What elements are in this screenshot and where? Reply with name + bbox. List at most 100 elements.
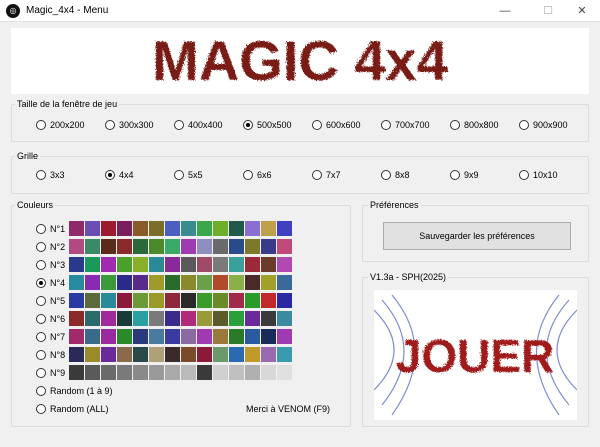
radio-dot[interactable] <box>243 120 253 130</box>
color-swatch <box>117 311 132 326</box>
radio-dot[interactable] <box>381 120 391 130</box>
color-swatch <box>117 347 132 362</box>
radio-dot[interactable] <box>243 170 253 180</box>
size-option-600x600[interactable]: 600x600 <box>312 120 361 130</box>
size-option-300x300[interactable]: 300x300 <box>105 120 154 130</box>
window-title: Magic_4x4 - Menu <box>26 5 109 16</box>
color-swatch <box>133 221 148 236</box>
color-swatch <box>213 311 228 326</box>
radio-dot[interactable] <box>36 296 46 306</box>
radio-label: 500x500 <box>257 120 292 130</box>
palette-row-4 <box>69 275 292 290</box>
size-option-200x200[interactable]: 200x200 <box>36 120 85 130</box>
color-option-9[interactable]: N°9 <box>36 368 65 378</box>
color-option-4[interactable]: N°4 <box>36 278 65 288</box>
color-swatch <box>229 221 244 236</box>
color-swatch <box>277 257 292 272</box>
play-label: JOUER <box>396 330 554 382</box>
grid-option-8x8[interactable]: 8x8 <box>381 170 410 180</box>
grid-option-6x6[interactable]: 6x6 <box>243 170 272 180</box>
minimize-button[interactable]: — <box>485 0 525 22</box>
banner-logo: MAGIC 4x4 <box>152 29 448 92</box>
radio-dot[interactable] <box>174 120 184 130</box>
color-swatch <box>229 365 244 380</box>
radio-label: 800x800 <box>464 120 499 130</box>
radio-dot[interactable] <box>105 120 115 130</box>
radio-dot[interactable] <box>36 242 46 252</box>
radio-dot[interactable] <box>519 120 529 130</box>
color-swatch <box>261 311 276 326</box>
window-size-group <box>11 104 589 142</box>
color-swatch <box>229 311 244 326</box>
radio-dot[interactable] <box>381 170 391 180</box>
size-option-400x400[interactable]: 400x400 <box>174 120 223 130</box>
color-option-1[interactable]: N°1 <box>36 224 65 234</box>
color-option-11[interactable]: Random (ALL) <box>36 404 109 414</box>
radio-dot[interactable] <box>105 170 115 180</box>
radio-dot[interactable] <box>36 260 46 270</box>
size-option-500x500[interactable]: 500x500 <box>243 120 292 130</box>
color-swatch <box>245 239 260 254</box>
color-swatch <box>117 257 132 272</box>
radio-dot[interactable] <box>312 170 322 180</box>
radio-dot[interactable] <box>312 120 322 130</box>
grid-option-7x7[interactable]: 7x7 <box>312 170 341 180</box>
color-swatch <box>229 329 244 344</box>
radio-label: 700x700 <box>395 120 430 130</box>
radio-label: 600x600 <box>326 120 361 130</box>
grid-option-4x4[interactable]: 4x4 <box>105 170 134 180</box>
color-option-3[interactable]: N°3 <box>36 260 65 270</box>
color-option-10[interactable]: Random (1 à 9) <box>36 386 113 396</box>
color-option-6[interactable]: N°6 <box>36 314 65 324</box>
grid-option-5x5[interactable]: 5x5 <box>174 170 203 180</box>
radio-dot[interactable] <box>36 224 46 234</box>
size-option-700x700[interactable]: 700x700 <box>381 120 430 130</box>
color-option-8[interactable]: N°8 <box>36 350 65 360</box>
radio-dot[interactable] <box>174 170 184 180</box>
color-swatch <box>261 221 276 236</box>
radio-dot[interactable] <box>450 120 460 130</box>
color-option-5[interactable]: N°5 <box>36 296 65 306</box>
color-swatch <box>245 293 260 308</box>
radio-dot[interactable] <box>36 314 46 324</box>
radio-label: N°6 <box>50 314 66 324</box>
colors-title: Couleurs <box>15 200 56 210</box>
color-swatch <box>117 329 132 344</box>
radio-label: N°4 <box>50 278 66 288</box>
save-preferences-button[interactable]: Sauvegarder les préférences <box>383 222 571 250</box>
color-swatch <box>197 239 212 254</box>
grid-option-10x10[interactable]: 10x10 <box>519 170 558 180</box>
radio-label: 3x3 <box>50 170 65 180</box>
color-swatch <box>149 329 164 344</box>
play-button[interactable]: JOUER <box>373 290 578 420</box>
color-option-7[interactable]: N°7 <box>36 332 65 342</box>
color-swatch <box>149 239 164 254</box>
radio-dot[interactable] <box>36 404 46 414</box>
size-option-800x800[interactable]: 800x800 <box>450 120 499 130</box>
color-swatch <box>85 221 100 236</box>
radio-dot[interactable] <box>36 278 46 288</box>
color-swatch <box>69 239 84 254</box>
radio-dot[interactable] <box>36 332 46 342</box>
color-swatch <box>149 347 164 362</box>
color-swatch <box>85 329 100 344</box>
close-button[interactable]: ✕ <box>562 0 600 22</box>
size-option-900x900[interactable]: 900x900 <box>519 120 568 130</box>
radio-dot[interactable] <box>36 386 46 396</box>
grid-option-9x9[interactable]: 9x9 <box>450 170 479 180</box>
radio-dot[interactable] <box>36 350 46 360</box>
radio-dot[interactable] <box>36 120 46 130</box>
radio-dot[interactable] <box>36 368 46 378</box>
radio-dot[interactable] <box>519 170 529 180</box>
color-swatch <box>213 329 228 344</box>
color-swatch <box>245 347 260 362</box>
radio-dot[interactable] <box>450 170 460 180</box>
color-swatch <box>261 347 276 362</box>
color-swatch <box>101 275 116 290</box>
credit-text: Merci à VENOM (F9) <box>246 404 331 414</box>
color-option-2[interactable]: N°2 <box>36 242 65 252</box>
radio-dot[interactable] <box>36 170 46 180</box>
color-swatch <box>245 221 260 236</box>
grid-option-3x3[interactable]: 3x3 <box>36 170 65 180</box>
color-swatch <box>261 257 276 272</box>
